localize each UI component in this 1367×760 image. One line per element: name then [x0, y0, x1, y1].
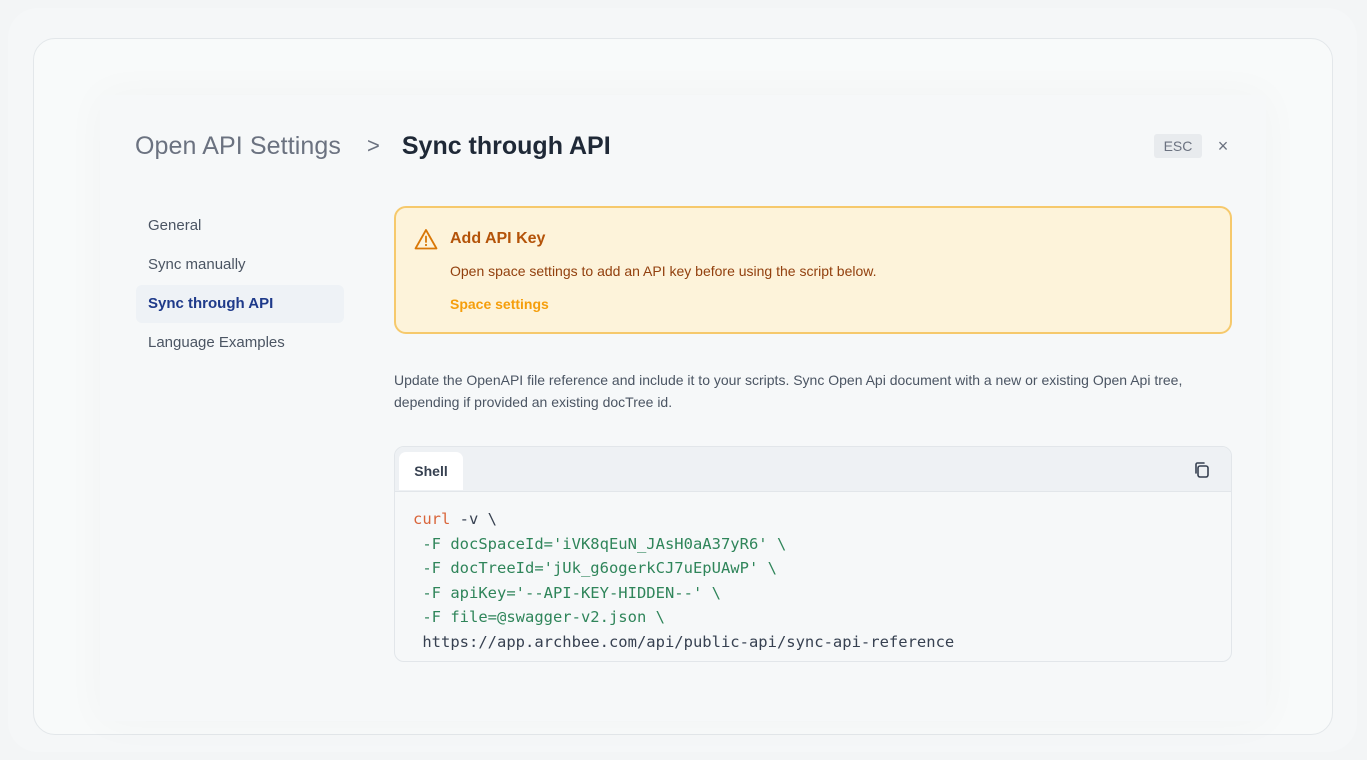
copy-icon[interactable] — [1191, 459, 1213, 481]
code-line-4: -F apiKey='--API-KEY-HIDDEN--' \ — [413, 583, 721, 602]
code-tabbar: Shell — [395, 447, 1231, 492]
breadcrumb-parent[interactable]: Open API Settings — [135, 132, 341, 161]
sidebar-item-language-examples[interactable]: Language Examples — [136, 324, 344, 362]
sidebar-item-sync-manually[interactable]: Sync manually — [136, 246, 344, 284]
alert-title: Add API Key — [450, 230, 546, 247]
close-icon[interactable]: × — [1212, 134, 1234, 158]
code-line-2: -F docSpaceId='iVK8qEuN_JAsH0aA37yR6' \ — [413, 534, 787, 553]
tab-shell[interactable]: Shell — [399, 452, 463, 490]
api-key-alert: Add API Key Open space settings to add a… — [394, 206, 1232, 334]
code-line-1-args: -v \ — [450, 510, 497, 528]
esc-badge: ESC — [1154, 134, 1202, 158]
page-title: Sync through API — [401, 131, 611, 160]
code-line-3: -F docTreeId='jUk_g6ogerkCJ7uEpUAwP' \ — [413, 559, 777, 577]
alert-message: Open space settings to add an API key be… — [450, 263, 877, 279]
sidebar-item-sync-through-api[interactable]: Sync through API — [136, 285, 344, 323]
code-content[interactable]: curl -v \ -F docSpaceId='iVK8qEuN_JAsH0a… — [413, 507, 954, 654]
settings-sidebar: General Sync manually Sync through API L… — [136, 207, 344, 363]
code-line-1: curl -v \ — [413, 510, 497, 528]
breadcrumb: Open API Settings > Sync through API — [135, 128, 611, 164]
code-line-5: -F file=@swagger-v2.json \ — [413, 608, 665, 626]
warning-triangle-icon — [414, 229, 438, 250]
sync-description: Update the OpenAPI file reference and in… — [394, 372, 1183, 410]
breadcrumb-separator-icon: > — [367, 133, 380, 158]
sidebar-item-general[interactable]: General — [136, 207, 344, 245]
code-command: curl — [413, 510, 451, 528]
code-line-6: https://app.archbee.com/api/public-api/s… — [413, 632, 955, 651]
space-settings-link[interactable]: Space settings — [450, 296, 549, 312]
code-block: Shell curl -v \ -F docSpaceId='iVK8qEuN_… — [394, 446, 1232, 662]
